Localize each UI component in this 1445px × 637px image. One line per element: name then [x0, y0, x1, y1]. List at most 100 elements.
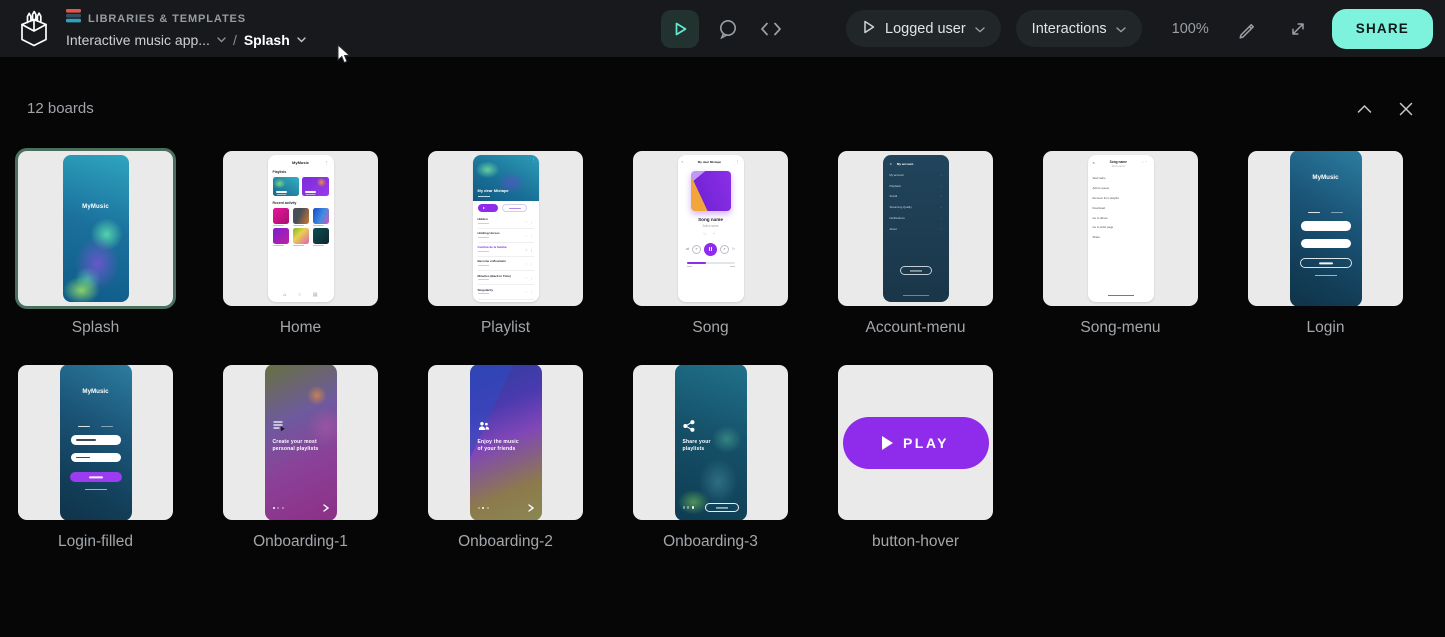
get-started-pill: [705, 503, 739, 512]
time-labels: [687, 266, 735, 267]
preview-tools: [661, 10, 785, 48]
breadcrumb-separator: /: [233, 32, 237, 48]
board-count: 12 boards: [27, 100, 94, 117]
page-dots: [273, 507, 285, 509]
signin-button: [70, 472, 122, 482]
menu-items: Start radio Add to queue Remove from pla…: [1093, 176, 1149, 239]
library-icon: ▤: [313, 292, 318, 298]
expand-icon[interactable]: [1286, 17, 1310, 41]
board-tile-playlist[interactable]: My dear Mixtape Hidden Holding Horses Cu…: [428, 151, 583, 338]
thumbnail-login-filled: MyMusic: [60, 365, 132, 520]
pencil-icon[interactable]: [1235, 16, 1260, 41]
more-dots-icon: …: [325, 170, 329, 174]
board-label: button-hover: [838, 533, 993, 552]
login-tabs: [78, 426, 113, 427]
thumbnail-onboarding-1: Create your most personal playlists: [265, 365, 337, 520]
board-label: Song: [633, 319, 788, 338]
board-tile-onboarding-1[interactable]: Create your most personal playlists Onbo…: [223, 365, 378, 552]
password-field: [1301, 239, 1351, 249]
board-tile-button-hover[interactable]: PLAY button-hover: [838, 365, 993, 552]
email-field: [1301, 221, 1351, 231]
login-tabs: [1308, 212, 1343, 213]
heart-share-icons: ♡ ^: [703, 232, 718, 236]
kebab-icon: ⋮: [325, 160, 329, 165]
password-field: [71, 453, 121, 463]
onboarding-caption: Enjoy the music of your friends: [478, 439, 524, 452]
current-board-dropdown[interactable]: Splash: [244, 32, 290, 48]
prev-button: «: [692, 245, 701, 254]
logged-user-label: Logged user: [885, 21, 966, 37]
share-icon: [683, 420, 695, 432]
album-grid: [273, 208, 329, 245]
section-title: Playlists: [273, 170, 287, 174]
play-small-icon: [862, 19, 876, 39]
board-tile-account-menu[interactable]: ×My account My account Playback Social S…: [838, 151, 993, 338]
topbar: LIBRARIES & TEMPLATES Interactive music …: [0, 0, 1445, 57]
artist-name: Artist name: [1095, 165, 1142, 168]
board-label: Onboarding-3: [633, 533, 788, 552]
board-tile-login[interactable]: MyMusic Login: [1248, 151, 1403, 338]
share-button[interactable]: SHARE: [1332, 9, 1433, 49]
collapse-chevron-icon[interactable]: [1357, 104, 1372, 114]
chevron-down-icon: [975, 21, 985, 37]
player-controls: ⇄ « » ↻: [686, 243, 735, 256]
zoom-level[interactable]: 100%: [1172, 21, 1209, 37]
next-arrow-icon: [528, 504, 534, 512]
board-tile-song-menu[interactable]: × Song nameArtist name ♡^ Start radio Ad…: [1043, 151, 1198, 338]
play-triangle-icon: [882, 436, 893, 450]
logged-user-dropdown[interactable]: Logged user: [846, 10, 1001, 47]
project-name-dropdown[interactable]: Interactive music app...: [66, 32, 210, 48]
email-field: [71, 435, 121, 445]
playlist-buttons: [473, 201, 539, 215]
onboarding-caption: Share your playlists: [683, 439, 729, 452]
topbar-right-tools: Logged user Interactions 100%: [846, 9, 1433, 49]
interactions-dropdown[interactable]: Interactions: [1016, 10, 1142, 47]
board-tile-splash[interactable]: MyMusic Splash: [18, 151, 173, 338]
heart-share-icons: ♡^: [1142, 160, 1149, 164]
board-tile-song[interactable]: ‹My dear Mixtape⋮ Song name Artist name …: [633, 151, 788, 338]
chevron-down-icon[interactable]: [217, 37, 226, 43]
search-icon: ○: [298, 292, 301, 298]
board-label: Onboarding-2: [428, 533, 583, 552]
song-header: My dear Mixtape: [698, 160, 721, 164]
comment-icon[interactable]: [715, 16, 741, 42]
close-icon[interactable]: [1399, 102, 1413, 116]
board-tile-home[interactable]: MyMusic⋮ Playlists… Recent activity… ⌂○▤…: [223, 151, 378, 338]
chevron-down-icon[interactable]: [297, 37, 306, 43]
thumbnail-song: ‹My dear Mixtape⋮ Song name Artist name …: [678, 155, 744, 302]
play-button[interactable]: [661, 10, 699, 48]
board-label: Account-menu: [838, 319, 993, 338]
libraries-templates-label: LIBRARIES & TEMPLATES: [88, 13, 246, 25]
next-button: »: [720, 245, 729, 254]
thumbnail-onboarding-2: Enjoy the music of your friends: [470, 365, 542, 520]
forgot-link: [1315, 275, 1337, 276]
board-tile-onboarding-2[interactable]: Enjoy the music of your friends Onboardi…: [428, 365, 583, 552]
section-title: Recent activity: [273, 201, 297, 205]
friends-icon: [478, 420, 490, 432]
libraries-templates-link[interactable]: LIBRARIES & TEMPLATES: [66, 9, 306, 28]
board-tile-onboarding-3[interactable]: Share your playlists Onboarding-3: [633, 365, 788, 552]
board-tile-login-filled[interactable]: MyMusic Login-filled: [18, 365, 173, 552]
play-pill: [478, 204, 498, 212]
song-list: Hidden Holding Horses Cumbia de la famil…: [473, 215, 539, 300]
board-grid-row-2: MyMusic Login-filled Create your most pe…: [0, 365, 1445, 552]
progress-bar: [687, 262, 735, 264]
back-icon: ‹: [682, 159, 683, 164]
logout-pill: [900, 266, 932, 275]
bottom-nav: ⌂○▤: [268, 292, 334, 298]
song-title: Song name: [1095, 160, 1142, 164]
signin-button: [1300, 258, 1352, 268]
app-logo-icon[interactable]: [14, 9, 54, 49]
thumbnail-login: MyMusic: [1290, 151, 1362, 306]
code-icon[interactable]: [757, 18, 785, 40]
layers-icon: [66, 9, 81, 28]
playlist-hero: My dear Mixtape: [473, 155, 539, 201]
page-dots: [683, 506, 695, 508]
app-title: MyMusic: [1312, 174, 1338, 181]
play-pill-button[interactable]: PLAY: [843, 417, 989, 469]
footer-link: [903, 295, 929, 296]
breadcrumb-block: LIBRARIES & TEMPLATES Interactive music …: [66, 9, 306, 48]
shuffle-icon: ⇄: [686, 247, 689, 251]
thumbnail-splash: MyMusic: [63, 155, 129, 302]
board-label: Splash: [18, 319, 173, 338]
